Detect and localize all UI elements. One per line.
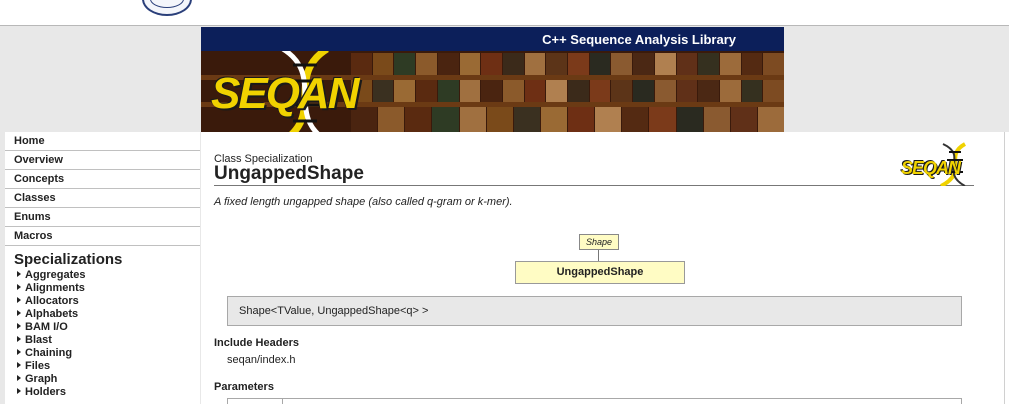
sidebar-item-label: Alignments bbox=[25, 282, 85, 294]
parent-class-link[interactable]: Shape bbox=[579, 234, 619, 250]
sidebar-item-alignments[interactable]: Alignments bbox=[5, 282, 200, 295]
sidebar-item-allocators[interactable]: Allocators bbox=[5, 295, 200, 308]
sidebar-item-label: Files bbox=[25, 360, 51, 372]
sidebar-item-chaining[interactable]: Chaining bbox=[5, 347, 200, 360]
parameters-table bbox=[227, 398, 962, 404]
sidebar-item-blast[interactable]: Blast bbox=[5, 334, 200, 347]
seqan-banner[interactable]: C++ Sequence Analysis Library SEQAN bbox=[201, 27, 784, 132]
expand-arrow-icon bbox=[17, 297, 21, 303]
expand-arrow-icon bbox=[17, 375, 21, 381]
sidebar-item-label: Chaining bbox=[25, 347, 73, 359]
expand-arrow-icon bbox=[17, 349, 21, 355]
expand-arrow-icon bbox=[17, 336, 21, 342]
university-seal-icon bbox=[142, 0, 192, 16]
expand-arrow-icon bbox=[17, 388, 21, 394]
sidebar-item-files[interactable]: Files bbox=[5, 360, 200, 373]
banner-subtitle: C++ Sequence Analysis Library bbox=[201, 27, 784, 51]
table-column-divider bbox=[282, 399, 283, 404]
expand-arrow-icon bbox=[17, 323, 21, 329]
current-class-box: UngappedShape bbox=[515, 261, 685, 284]
signature-box: Shape<TValue, UngappedShape<q> > bbox=[227, 296, 962, 326]
sidebar-item-label: Alphabets bbox=[25, 308, 79, 320]
sidebar-item-label: Holders bbox=[25, 386, 66, 398]
expand-arrow-icon bbox=[17, 310, 21, 316]
expand-arrow-icon bbox=[17, 271, 21, 277]
seqan-small-logo: SEQAN bbox=[899, 142, 974, 186]
sidebar-item-label: Allocators bbox=[25, 295, 79, 307]
sidebar-item-graph[interactable]: Graph bbox=[5, 373, 200, 386]
include-header-path: seqan/index.h bbox=[227, 354, 296, 366]
page-description: A fixed length ungapped shape (also call… bbox=[214, 196, 513, 208]
sidebar-item-concepts[interactable]: Concepts bbox=[5, 170, 200, 189]
specializations-heading: Specializations bbox=[14, 251, 123, 268]
library-background-image: SEQAN bbox=[201, 51, 784, 132]
sidebar-item-alphabets[interactable]: Alphabets bbox=[5, 308, 200, 321]
sidebar-item-label: BAM I/O bbox=[25, 321, 68, 333]
sidebar-item-label: Blast bbox=[25, 334, 52, 346]
expand-arrow-icon bbox=[17, 362, 21, 368]
sidebar-item-holders[interactable]: Holders bbox=[5, 386, 200, 399]
sidebar-item-home[interactable]: Home bbox=[5, 132, 200, 151]
title-divider bbox=[214, 185, 974, 186]
inheritance-connector bbox=[598, 250, 599, 261]
top-strip bbox=[0, 0, 1009, 26]
sidebar-item-bam-io[interactable]: BAM I/O bbox=[5, 321, 200, 334]
seqan-logo: SEQAN bbox=[211, 69, 359, 118]
sidebar-item-label: Aggregates bbox=[25, 269, 86, 281]
sidebar: Home Overview Concepts Classes Enums Mac… bbox=[5, 132, 200, 404]
sidebar-item-enums[interactable]: Enums bbox=[5, 208, 200, 227]
main-content: Class Specialization UngappedShape SEQAN… bbox=[201, 132, 1009, 404]
small-logo-text: SEQAN bbox=[901, 158, 961, 178]
include-headers-heading: Include Headers bbox=[214, 337, 299, 349]
page-title: UngappedShape bbox=[214, 163, 364, 184]
parameters-heading: Parameters bbox=[214, 381, 274, 393]
sidebar-item-overview[interactable]: Overview bbox=[5, 151, 200, 170]
sidebar-item-classes[interactable]: Classes bbox=[5, 189, 200, 208]
window-right-edge bbox=[1004, 132, 1009, 404]
sidebar-item-label: Graph bbox=[25, 373, 58, 385]
sidebar-item-aggregates[interactable]: Aggregates bbox=[5, 269, 200, 282]
sidebar-item-macros[interactable]: Macros bbox=[5, 227, 200, 246]
expand-arrow-icon bbox=[17, 284, 21, 290]
